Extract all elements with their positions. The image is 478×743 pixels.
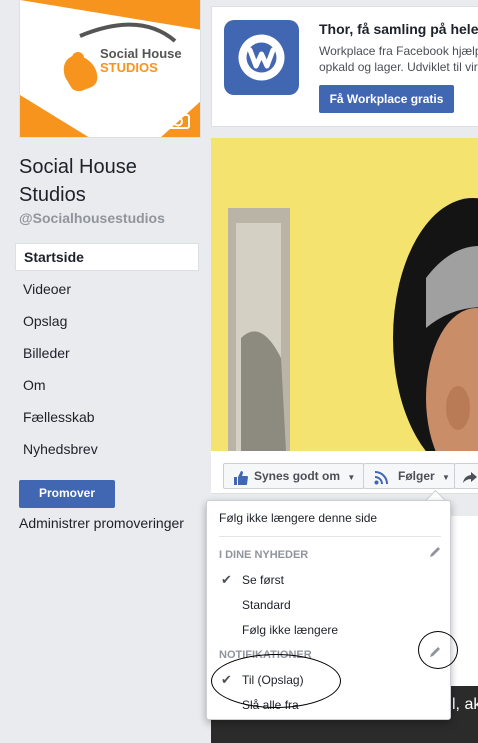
checkmark-icon: ✔ — [221, 572, 232, 587]
ad-description-line: Workplace fra Facebook hjælp — [319, 44, 478, 58]
menu-item-unfollow[interactable]: Følg ikke længere — [242, 623, 338, 637]
following-button[interactable]: Følger ▼ — [363, 463, 455, 489]
like-button-label: Synes godt om — [254, 469, 341, 483]
annotation-circle — [211, 654, 341, 708]
menu-item-unfollow-page[interactable]: Følg ikke længere denne side — [219, 511, 377, 525]
menu-item-standard[interactable]: Standard — [242, 598, 291, 612]
ad-description: Workplace fra Facebook hjælp opkald og l… — [319, 43, 478, 75]
nav-item-nyhedsbrev[interactable]: Nyhedsbrev — [15, 435, 199, 463]
nav-item-startside[interactable]: Startside — [15, 243, 199, 271]
ad-title[interactable]: Thor, få samling på hele — [319, 21, 478, 37]
camera-icon[interactable] — [166, 111, 190, 129]
page-username[interactable]: @Socialhousestudios — [19, 210, 165, 226]
following-button-label: Følger — [398, 469, 435, 483]
promote-button[interactable]: Promover — [19, 480, 115, 508]
workplace-logo-icon — [224, 20, 299, 95]
like-button[interactable]: Synes godt om ▼ — [223, 463, 364, 489]
manage-promotions-link[interactable]: Administrer promoveringer — [19, 515, 184, 531]
ad-description-line: opkald og lager. Udviklet til vir — [319, 60, 478, 74]
workplace-cta-button[interactable]: Få Workplace gratis — [319, 85, 454, 113]
thumbs-up-icon — [234, 469, 248, 493]
share-button[interactable] — [454, 463, 478, 489]
svg-text:STUDIOS: STUDIOS — [100, 60, 158, 75]
nav-item-billeder[interactable]: Billeder — [15, 339, 199, 367]
share-arrow-icon — [463, 469, 477, 493]
menu-item-see-first[interactable]: Se først — [242, 573, 284, 587]
pencil-icon[interactable] — [428, 545, 442, 559]
profile-picture[interactable]: Social House STUDIOS — [19, 0, 201, 138]
menu-divider — [219, 536, 441, 537]
annotation-circle — [418, 631, 458, 669]
cover-photo-image — [211, 138, 478, 451]
rss-icon — [374, 469, 388, 493]
nav-item-opslag[interactable]: Opslag — [15, 307, 199, 335]
video-caption: l, ak — [452, 696, 478, 713]
nav-item-videoer[interactable]: Videoer — [15, 275, 199, 303]
nav-item-om[interactable]: Om — [15, 371, 199, 399]
page-name[interactable]: Social House Studios — [19, 153, 204, 209]
section-header-news-feed: I DINE NYHEDER — [219, 549, 309, 561]
svg-text:Social House: Social House — [100, 46, 182, 61]
chevron-down-icon: ▼ — [347, 473, 356, 482]
workplace-ad[interactable]: Thor, få samling på hele Workplace fra F… — [211, 6, 478, 127]
page-action-bar: Synes godt om ▼ Følger ▼ — [211, 451, 478, 494]
chevron-down-icon: ▼ — [442, 473, 450, 482]
nav-item-faellesskab[interactable]: Fællesskab — [15, 403, 199, 431]
cover-photo[interactable] — [211, 138, 478, 451]
